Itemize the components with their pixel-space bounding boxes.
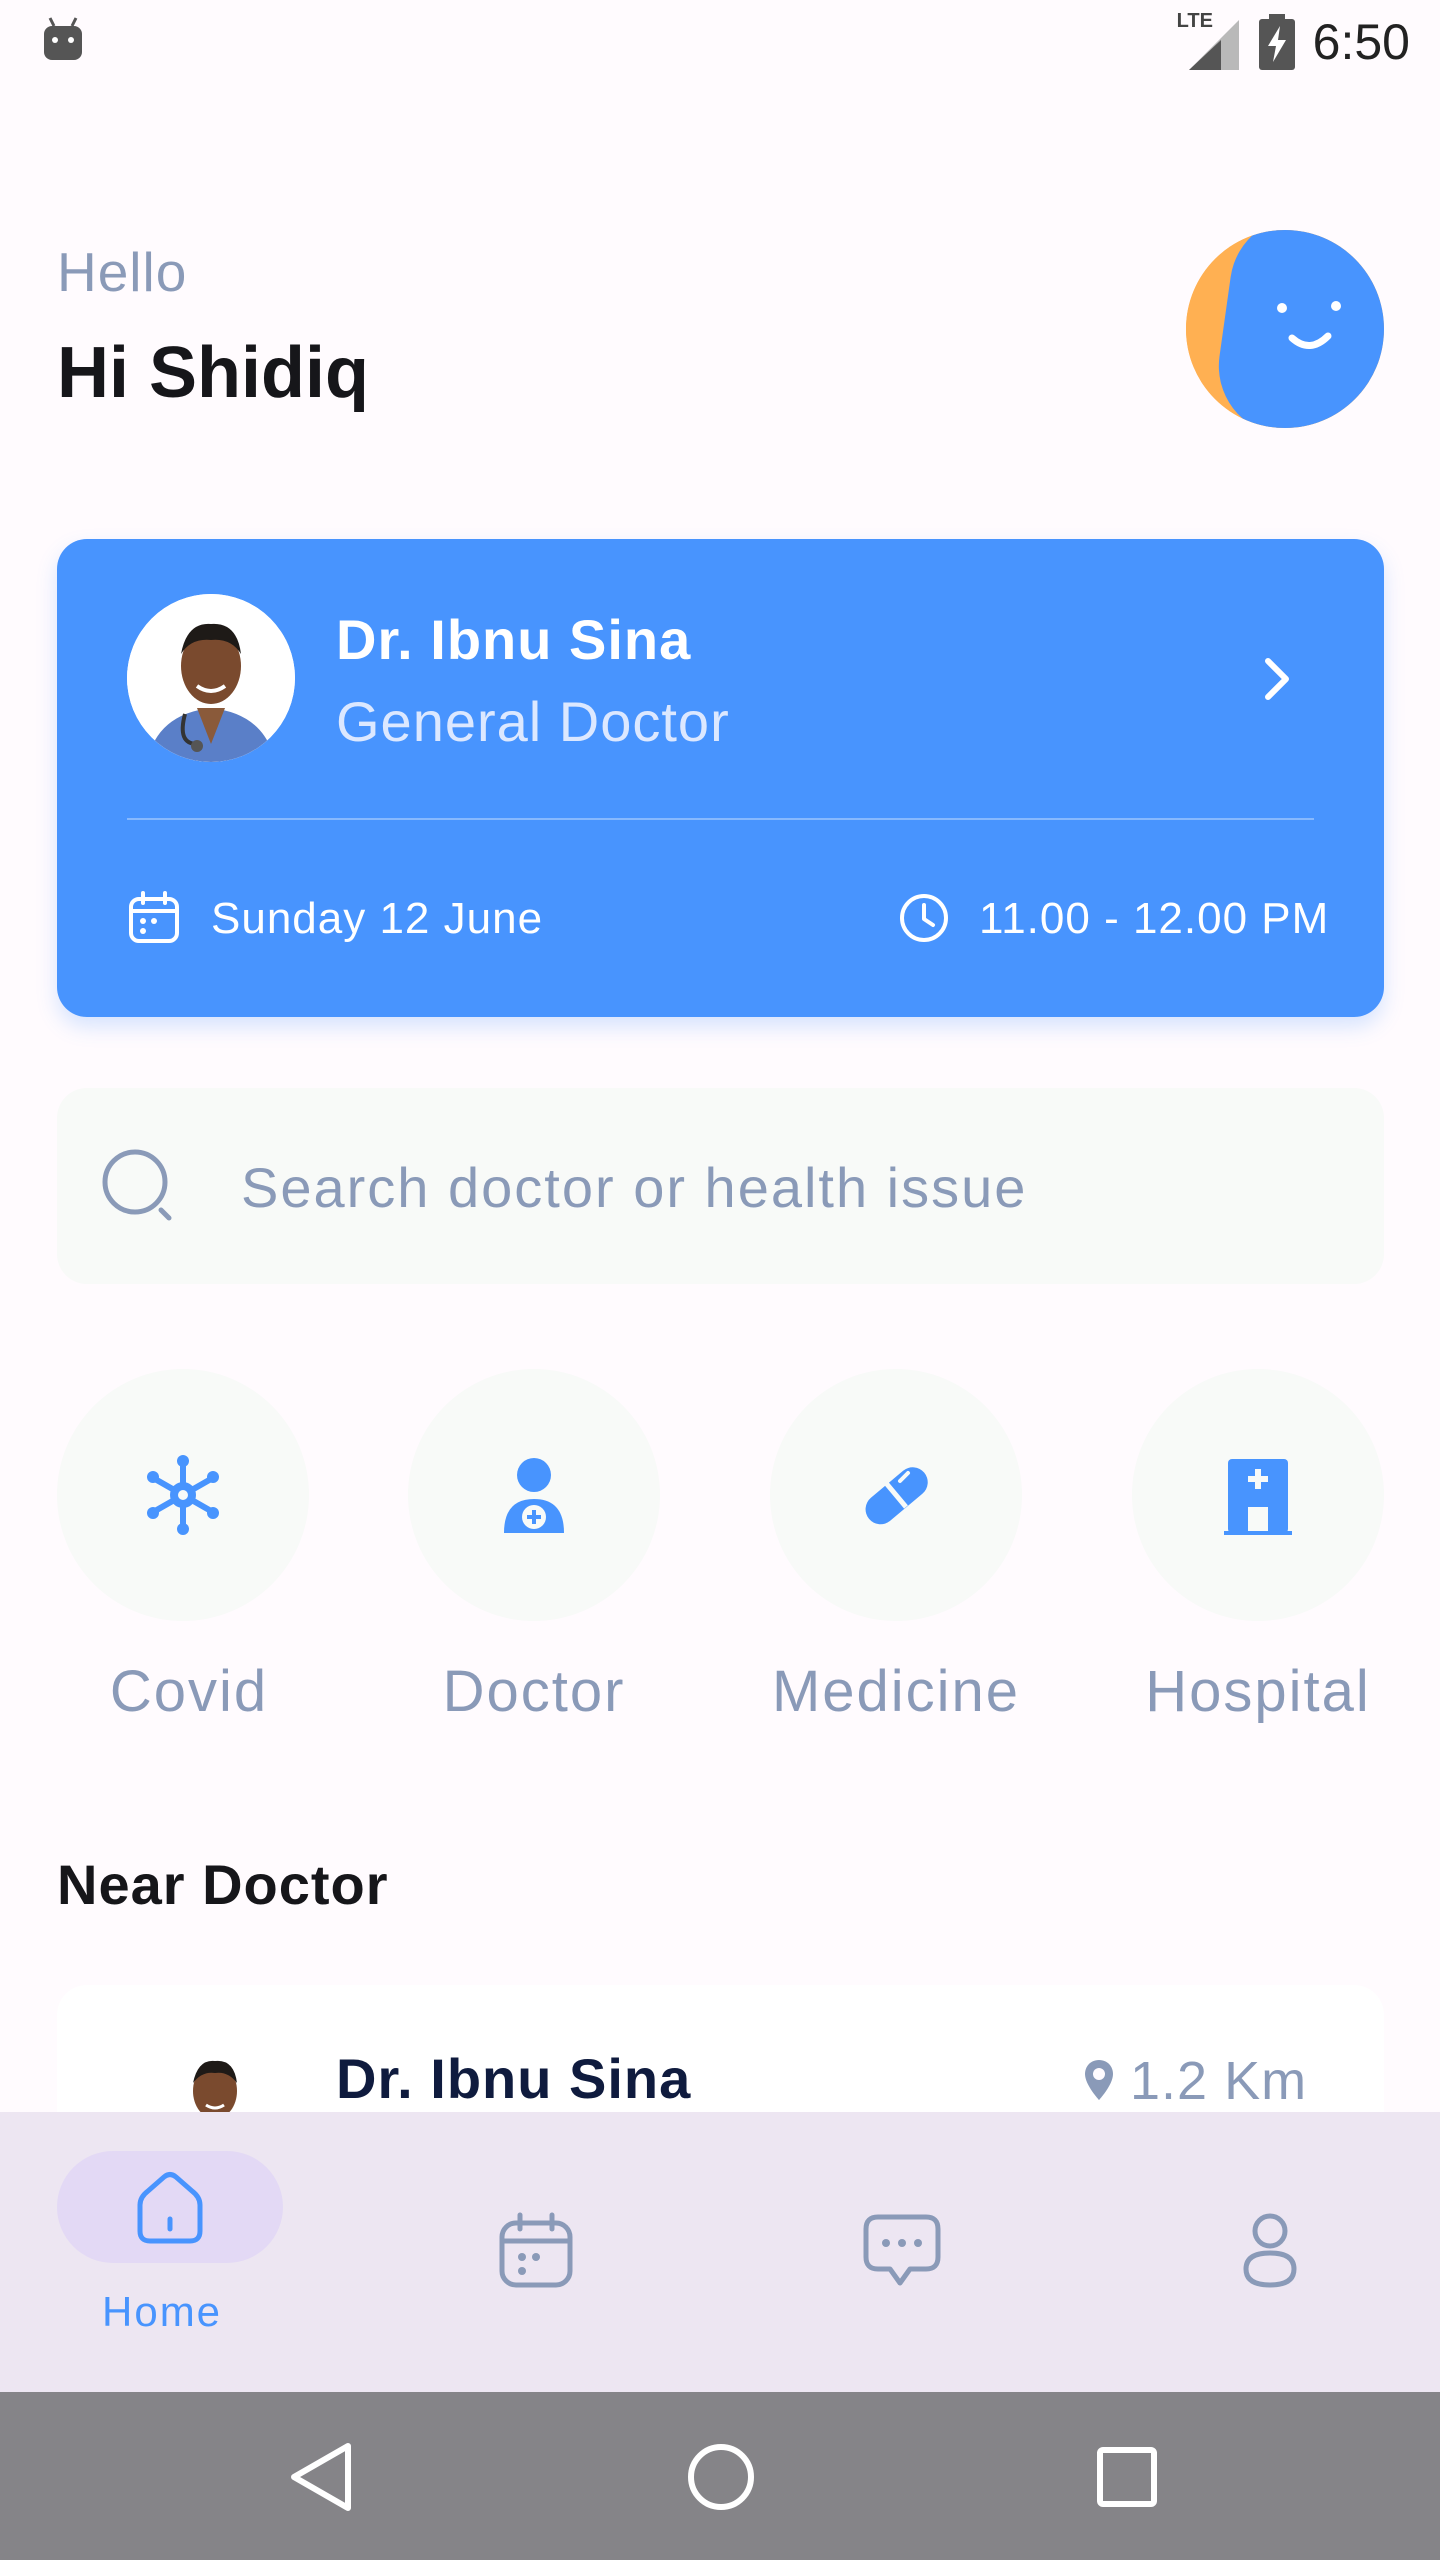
- chevron-right-icon[interactable]: [1252, 649, 1302, 709]
- card-divider: [127, 818, 1314, 820]
- pill-icon: [865, 1467, 928, 1525]
- near-doctor-title: Near Doctor: [57, 1853, 389, 1916]
- nav-chat-icon[interactable]: [862, 2211, 942, 2291]
- search-icon: [102, 1149, 172, 1221]
- back-icon[interactable]: [286, 2440, 360, 2514]
- nav-home-button[interactable]: [57, 2151, 283, 2263]
- user-avatar[interactable]: [1186, 230, 1384, 428]
- search-bar[interactable]: [57, 1088, 1384, 1284]
- category-doctor-label: Doctor: [442, 1659, 626, 1724]
- status-indicators: LTE 6:50: [1177, 10, 1410, 74]
- appointment-doctor-name: Dr. Ibnu Sina: [336, 608, 692, 671]
- android-notification-icon: [44, 17, 82, 60]
- category-covid-label: Covid: [109, 1659, 269, 1724]
- nav-calendar-icon[interactable]: [496, 2211, 576, 2291]
- near-doctor-distance: 1.2 Km: [1130, 2051, 1308, 2111]
- status-bar: LTE 6:50: [0, 0, 1440, 84]
- appointment-date: Sunday 12 June: [211, 894, 544, 943]
- bottom-navigation: Home: [0, 2112, 1440, 2392]
- user-name: Hi Shidiq: [57, 333, 369, 413]
- nav-profile-icon[interactable]: [1230, 2211, 1310, 2291]
- signal-icon: LTE: [1177, 10, 1241, 72]
- home-icon: [137, 2172, 203, 2244]
- appointment-doctor-role: General Doctor: [336, 690, 730, 753]
- home-circle-icon[interactable]: [684, 2440, 758, 2514]
- greeting-text: Hello: [57, 241, 188, 303]
- smiley-avatar-icon: [1186, 230, 1384, 428]
- category-covid-button[interactable]: [57, 1369, 309, 1621]
- system-navigation-bar: [0, 2392, 1440, 2560]
- virus-icon: [147, 1455, 219, 1535]
- doctor-icon: [504, 1458, 564, 1533]
- clock-icon: [900, 894, 948, 942]
- near-doctor-name: Dr. Ibnu Sina: [336, 2047, 692, 2110]
- battery-charging-icon: [1258, 14, 1295, 70]
- category-medicine-button[interactable]: [770, 1369, 1022, 1621]
- appointment-card[interactable]: Dr. Ibnu Sina General Doctor Sunday 12 J…: [57, 539, 1384, 1017]
- nav-home-label: Home: [102, 2288, 223, 2335]
- appointment-time: 11.00 - 12.00 PM: [979, 894, 1330, 943]
- calendar-icon: [129, 891, 179, 943]
- doctor-photo: [127, 594, 295, 762]
- location-pin-icon: [1085, 2060, 1113, 2100]
- category-hospital-button[interactable]: [1132, 1369, 1384, 1621]
- hospital-icon: [1224, 1459, 1292, 1535]
- category-medicine-label: Medicine: [771, 1659, 1021, 1724]
- recents-icon[interactable]: [1090, 2440, 1164, 2514]
- status-time: 6:50: [1312, 14, 1410, 70]
- search-input[interactable]: [239, 1142, 1343, 1232]
- category-doctor-button[interactable]: [408, 1369, 660, 1621]
- category-hospital-label: Hospital: [1145, 1659, 1371, 1724]
